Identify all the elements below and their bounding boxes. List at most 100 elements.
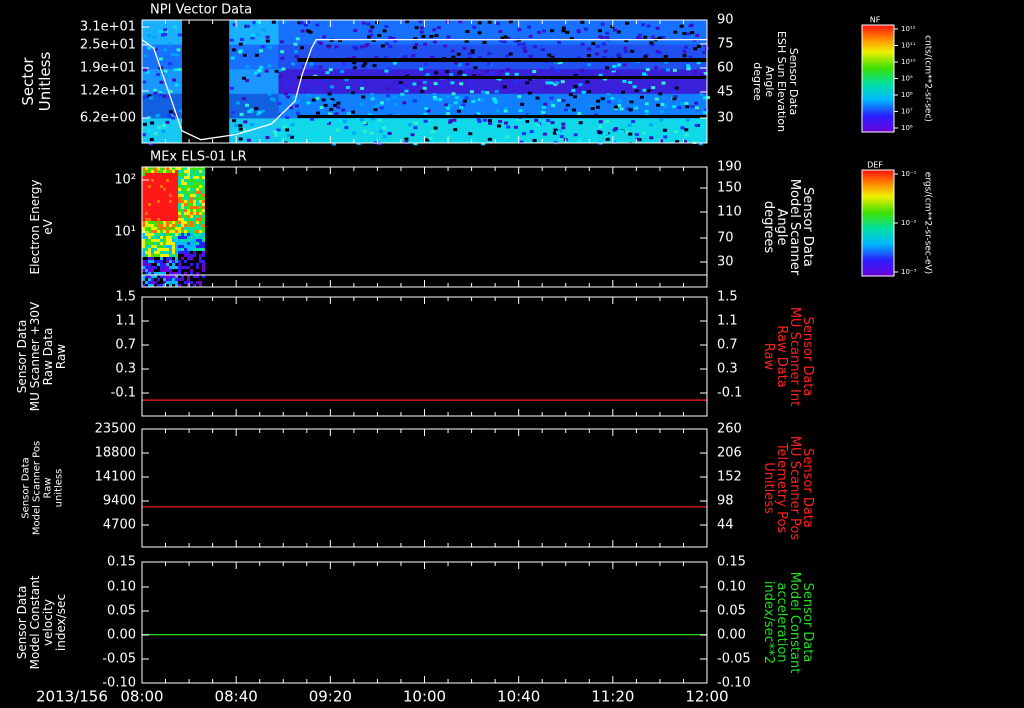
heatmap-cell	[565, 103, 570, 107]
heatmap-cell	[175, 251, 178, 254]
heatmap-cell	[169, 218, 172, 221]
heatmap-cell	[169, 209, 172, 212]
heatmap-cell	[373, 108, 378, 112]
heatmap-cell	[163, 185, 166, 188]
heatmap-cell	[285, 128, 290, 132]
heatmap-cell	[172, 233, 175, 236]
heatmap-cell	[145, 173, 148, 176]
heatmap-cell	[181, 260, 184, 263]
chart-stage: NPI Vector Data 3.1e+01 2.5e+01 1.9e+01 1.2e…	[15, 3, 933, 706]
heatmap-cell	[231, 48, 236, 52]
heatmap-cell	[154, 188, 157, 191]
heatmap-cell	[166, 179, 169, 182]
heatmap-cell	[157, 227, 160, 230]
heatmap-cell	[641, 23, 646, 27]
heatmap-cell	[178, 203, 181, 206]
heatmap-cell	[148, 233, 151, 236]
heatmap-cell	[158, 30, 163, 34]
heatmap-cell	[175, 179, 178, 182]
heatmap-cell	[682, 54, 687, 58]
heatmap-cell	[642, 88, 647, 92]
heatmap-cell	[163, 239, 166, 242]
heatmap-cell	[199, 248, 202, 251]
heatmap-cell	[148, 212, 151, 215]
heatmap-cell	[161, 129, 166, 133]
heatmap-cell	[178, 212, 181, 215]
heatmap-cell	[698, 118, 703, 122]
heatmap-cell	[157, 281, 160, 284]
heatmap-cell	[199, 200, 202, 203]
heatmap-cell	[487, 127, 492, 131]
heatmap-cell	[190, 176, 193, 179]
heatmap-cell	[239, 112, 244, 116]
heatmap-cell	[190, 230, 193, 233]
heatmap-cell	[255, 32, 260, 36]
heatmap-cell	[202, 227, 205, 230]
heatmap-cell	[350, 91, 355, 95]
heatmap-cell	[310, 86, 315, 90]
heatmap-cell	[561, 99, 566, 103]
heatmap-cell	[482, 40, 487, 44]
colorbar-tick-label: 10⁹	[901, 75, 913, 83]
heatmap-cell	[443, 44, 448, 48]
heatmap-cell	[603, 49, 608, 53]
y-tick-label: 1.5	[115, 290, 136, 305]
heatmap-cell	[181, 215, 184, 218]
heatmap-cell	[154, 245, 157, 248]
heatmap-cell	[295, 37, 300, 41]
heatmap-cell	[419, 26, 424, 30]
heatmap-cell	[187, 206, 190, 209]
data-gap	[182, 20, 230, 143]
heatmap-cell	[154, 194, 157, 197]
heatmap-cell	[369, 131, 374, 135]
heatmap-cell	[151, 179, 154, 182]
heatmap-cell	[157, 176, 160, 179]
heatmap-cell	[175, 197, 178, 200]
heatmap-cell	[591, 42, 596, 46]
heatmap-cell	[172, 191, 175, 194]
heatmap-cell	[143, 68, 148, 72]
heatmap-cell	[277, 131, 282, 135]
x-tick-label: 10:00	[403, 688, 446, 706]
heatmap-cell	[607, 134, 612, 138]
heatmap-cell	[148, 173, 151, 176]
heatmap-cell	[525, 81, 530, 85]
heatmap-cell	[202, 266, 205, 269]
heatmap-cell	[434, 71, 439, 75]
heatmap-cell	[151, 254, 154, 257]
heatmap-cell	[598, 125, 603, 129]
y-tick-label: 1.9e+01	[80, 61, 136, 76]
y2-tick-label: -0.1	[717, 386, 742, 401]
heatmap-cell	[187, 173, 190, 176]
heatmap-cell	[181, 254, 184, 257]
heatmap-cell	[405, 20, 410, 24]
heatmap-cell	[384, 69, 389, 73]
heatmap-cell	[202, 170, 205, 173]
heatmap-cell	[661, 36, 666, 40]
heatmap-cell	[145, 197, 148, 200]
heatmap-cell	[235, 101, 240, 105]
heatmap-cell	[193, 212, 196, 215]
heatmap-cell	[148, 170, 151, 173]
y-tick-label: 3.1e+01	[80, 20, 136, 35]
colorbars-layer: NF 10¹² 10¹¹ 10¹⁰ 10⁹ 10⁸ 10⁷ 10⁶ cnts/(cm**2-sr…	[861, 16, 933, 277]
heatmap-cell	[178, 200, 181, 203]
heatmap-cell	[196, 242, 199, 245]
heatmap-cell	[351, 110, 356, 114]
heatmap-cell	[672, 105, 677, 109]
heatmap-cell	[354, 46, 359, 50]
heatmap-cell	[187, 254, 190, 257]
heatmap-cell	[157, 266, 160, 269]
heatmap-cell	[184, 191, 187, 194]
heatmap-cell	[202, 188, 205, 191]
heatmap-cell	[160, 239, 163, 242]
heatmap-cell	[169, 278, 172, 281]
heatmap-cell	[151, 206, 154, 209]
heatmap-cell	[160, 209, 163, 212]
heatmap-cell	[196, 257, 199, 260]
heatmap-cell	[169, 170, 172, 173]
heatmap-cell	[385, 87, 390, 91]
heatmap-cell	[202, 248, 205, 251]
heatmap-cell	[145, 209, 148, 212]
heatmap-cell	[190, 278, 193, 281]
